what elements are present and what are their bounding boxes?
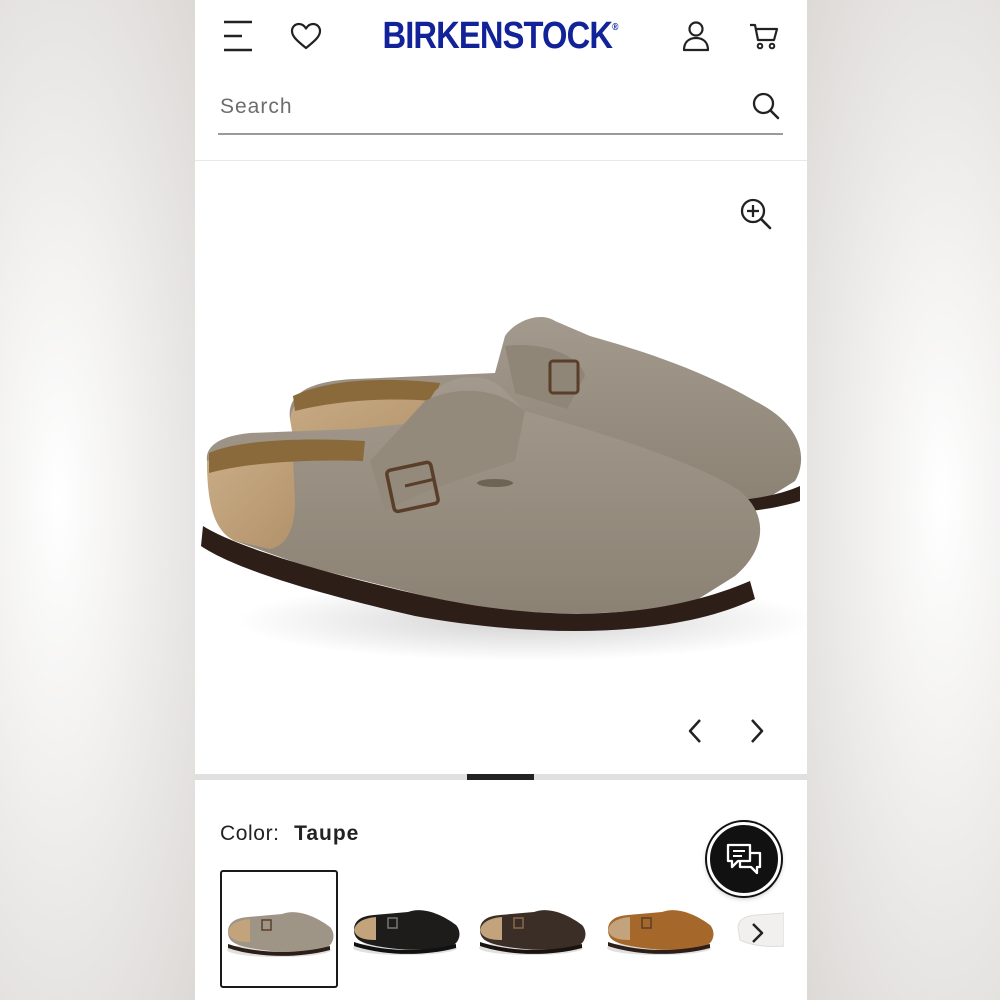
- swatch-black[interactable]: [348, 870, 466, 988]
- gallery-progress: [195, 774, 807, 780]
- search-bar: [218, 80, 783, 135]
- swatch-mocha[interactable]: [474, 870, 592, 988]
- swatch-taupe[interactable]: [220, 870, 338, 988]
- product-image: [201, 316, 807, 661]
- background-right: [807, 0, 1000, 1000]
- brand-text: BIRKENSTOCK: [382, 14, 613, 57]
- search-icon[interactable]: [748, 88, 784, 124]
- color-label-prefix: Color:: [220, 822, 280, 845]
- color-swatches: [220, 870, 807, 992]
- chevron-right-icon[interactable]: [741, 711, 773, 751]
- heart-icon[interactable]: [285, 15, 327, 57]
- brand-logo[interactable]: BIRKENSTOCK ®: [382, 14, 618, 58]
- color-value: Taupe: [294, 822, 360, 845]
- product-page: BIRKENSTOCK ® Search Color: Taupe: [195, 0, 807, 1000]
- cart-icon[interactable]: [743, 15, 785, 57]
- header: BIRKENSTOCK ®: [195, 0, 807, 75]
- account-icon[interactable]: [675, 15, 717, 57]
- registered-mark: ®: [612, 22, 618, 33]
- swatches-next-icon[interactable]: [742, 916, 772, 950]
- background-left: [0, 0, 195, 1000]
- swatch-mink[interactable]: [602, 870, 720, 988]
- color-label: Color: Taupe: [220, 822, 359, 846]
- search-input[interactable]: [218, 88, 722, 126]
- product-gallery[interactable]: [195, 161, 807, 774]
- chevron-left-icon[interactable]: [679, 711, 711, 751]
- zoom-in-icon[interactable]: [735, 193, 777, 235]
- gallery-progress-thumb: [467, 774, 534, 780]
- menu-icon[interactable]: [217, 15, 259, 57]
- swatch-white[interactable]: [734, 870, 784, 988]
